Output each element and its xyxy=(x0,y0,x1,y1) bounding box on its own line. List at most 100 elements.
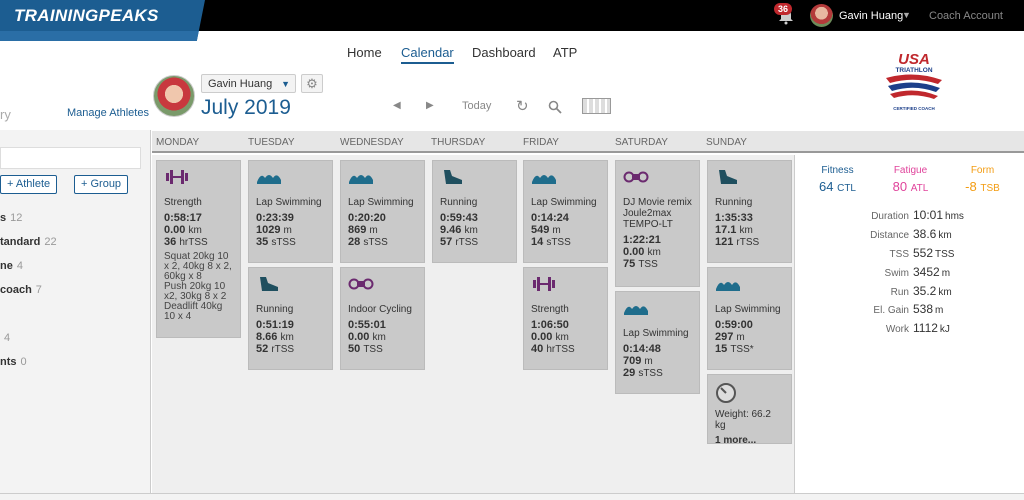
workout-card[interactable]: Running 0:51:19 8.66 km 52 rTSS xyxy=(248,267,333,370)
more-link[interactable]: 1 more... xyxy=(715,435,784,443)
month-title: July 2019 xyxy=(201,96,291,119)
run-icon xyxy=(260,277,278,291)
workout-tss: 14 sTSS xyxy=(531,236,571,248)
metrics-card[interactable]: Weight: 66.2 kg 1 more... xyxy=(707,374,792,444)
workout-duration: 1:06:50 xyxy=(531,319,569,331)
today-button[interactable]: Today xyxy=(462,100,491,112)
day-label-wednesday: WEDNESDAY xyxy=(340,137,404,148)
workout-tss: 29 sTSS xyxy=(623,367,663,379)
swim-icon xyxy=(716,282,740,291)
workout-card[interactable]: Running 1:35:33 17.1 km 121 rTSS xyxy=(707,160,792,263)
bike-icon xyxy=(623,171,649,183)
workout-card[interactable]: Lap Swimming 0:14:48 709 m 29 sTSS xyxy=(615,291,700,394)
workout-title: Lap Swimming xyxy=(715,304,781,315)
workout-card[interactable]: Strength 1:06:50 0.00 km 40 hrTSS xyxy=(523,267,608,370)
chevron-down-icon[interactable]: ▼ xyxy=(902,10,911,20)
summary-row-run: Run 35.2 km xyxy=(890,284,952,298)
manage-athletes-link[interactable]: Manage Athletes xyxy=(67,107,149,119)
gauge-icon xyxy=(716,383,736,403)
week-day-header: MONDAY TUESDAY WEDNESDAY THURSDAY FRIDAY… xyxy=(152,131,1024,153)
workout-distance: 0.00 km xyxy=(623,246,661,258)
workout-tss: 75 TSS xyxy=(623,258,658,270)
sidebar-title: ry xyxy=(0,107,11,122)
workout-distance: 8.66 km xyxy=(256,331,294,343)
search-icon[interactable] xyxy=(548,100,562,114)
run-icon xyxy=(719,170,737,184)
add-group-button[interactable]: + Group xyxy=(74,175,129,194)
next-week-icon[interactable]: ▶ xyxy=(426,100,434,111)
form-label: Form xyxy=(970,165,995,176)
nav-atp[interactable]: ATP xyxy=(553,45,577,60)
svg-text:CERTIFIED COACH: CERTIFIED COACH xyxy=(893,106,935,111)
run-icon xyxy=(444,170,462,184)
sidebar-group-item[interactable]: ne 4 xyxy=(0,260,23,272)
summary-row-tss: TSS 552 TSS xyxy=(889,246,955,260)
workout-duration: 0:55:01 xyxy=(348,319,386,331)
workout-title: Lap Swimming xyxy=(623,328,689,339)
brand-logo[interactable]: TRAININGPEAKS xyxy=(14,6,159,26)
user-menu[interactable]: Gavin Huang xyxy=(839,10,903,22)
sidebar-group-item[interactable]: tandard 22 xyxy=(0,236,57,248)
athlete-search-input[interactable] xyxy=(0,147,141,169)
swim-icon xyxy=(349,175,373,184)
workout-card[interactable]: Lap Swimming 0:23:39 1029 m 35 sTSS xyxy=(248,160,333,263)
refresh-icon[interactable]: ↻ xyxy=(516,97,529,115)
athlete-select[interactable]: Gavin Huang ▼ xyxy=(201,74,296,93)
user-avatar[interactable] xyxy=(810,4,833,27)
strength-icon xyxy=(166,170,188,184)
workout-title: DJ Movie remix Joule2max TEMPO-LT xyxy=(623,197,692,230)
workout-title: Indoor Cycling xyxy=(348,304,412,315)
workout-tss: 40 hrTSS xyxy=(531,343,575,355)
sidebar-group-item[interactable]: nts 0 xyxy=(0,356,27,368)
sidebar-group-item[interactable]: 4 xyxy=(0,332,10,344)
workout-title: Lap Swimming xyxy=(348,197,414,208)
workout-title: Strength xyxy=(531,304,569,315)
workout-distance: 0.00 km xyxy=(531,331,569,343)
workout-card[interactable]: Strength 0:58:17 0.00 km 36 hrTSS Squat … xyxy=(156,160,241,338)
prev-week-icon[interactable]: ◀ xyxy=(393,100,401,111)
sidebar-group-item[interactable]: coach 7 xyxy=(0,284,42,296)
nav-calendar[interactable]: Calendar xyxy=(401,45,454,64)
fitness-summary: Fitness 64 CTL xyxy=(815,165,860,194)
workout-tss: 57 rTSS xyxy=(440,236,479,248)
workout-card[interactable]: Running 0:59:43 9.46 km 57 rTSS xyxy=(432,160,517,263)
fitness-label: Fitness xyxy=(821,165,854,176)
summary-row-work: Work 1112 kJ xyxy=(885,321,950,335)
workout-distance: 549 m xyxy=(531,224,561,236)
workout-duration: 0:14:24 xyxy=(531,212,569,224)
nav-home[interactable]: Home xyxy=(347,45,382,60)
day-label-sunday: SUNDAY xyxy=(706,137,747,148)
workout-duration: 1:35:33 xyxy=(715,212,753,224)
workout-distance: 9.46 km xyxy=(440,224,478,236)
workout-card[interactable]: Indoor Cycling 0:55:01 0.00 km 50 TSS xyxy=(340,267,425,370)
summary-row-swim: Swim 3452 m xyxy=(884,265,951,279)
workout-title: Strength xyxy=(164,197,202,208)
workout-tss: 121 rTSS xyxy=(715,236,760,248)
workout-title: Running xyxy=(440,197,478,208)
fatigue-label: Fatigue xyxy=(893,165,928,176)
workout-tss: 52 rTSS xyxy=(256,343,295,355)
coach-account-link[interactable]: Coach Account xyxy=(929,10,1003,22)
workout-card[interactable]: DJ Movie remix Joule2max TEMPO-LT 1:22:2… xyxy=(615,160,700,287)
athlete-sidebar: + Athlete + Group s 12 tandard 22 ne 4 coac… xyxy=(0,130,151,500)
add-athlete-button[interactable]: + Athlete xyxy=(0,175,58,194)
day-label-friday: FRIDAY xyxy=(523,137,559,148)
workout-duration: 0:58:17 xyxy=(164,212,202,224)
nav-dashboard[interactable]: Dashboard xyxy=(472,45,536,60)
workout-title: Lap Swimming xyxy=(256,197,322,208)
workout-tss: 36 hrTSS xyxy=(164,236,208,248)
workout-distance: 17.1 km xyxy=(715,224,753,236)
workout-distance: 869 m xyxy=(348,224,378,236)
workout-notes: Squat 20kg 10 x 2, 40kg 8 x 2, 60kg x 8 … xyxy=(164,251,232,322)
workout-card[interactable]: Lap Swimming 0:14:24 549 m 14 sTSS xyxy=(523,160,608,263)
gear-icon[interactable]: ⚙ xyxy=(301,74,323,93)
workout-distance: 0.00 km xyxy=(348,331,386,343)
workout-card[interactable]: Lap Swimming 0:59:00 297 m 15 TSS* xyxy=(707,267,792,370)
workout-duration: 0:23:39 xyxy=(256,212,294,224)
notification-badge[interactable]: 36 xyxy=(774,3,793,15)
summary-row-elevation: El. Gain 538 m xyxy=(873,302,944,316)
sidebar-group-item[interactable]: s 12 xyxy=(0,212,22,224)
workout-duration: 0:51:19 xyxy=(256,319,294,331)
workout-card[interactable]: Lap Swimming 0:20:20 869 m 28 sTSS xyxy=(340,160,425,263)
calendar-icon[interactable] xyxy=(582,98,611,114)
